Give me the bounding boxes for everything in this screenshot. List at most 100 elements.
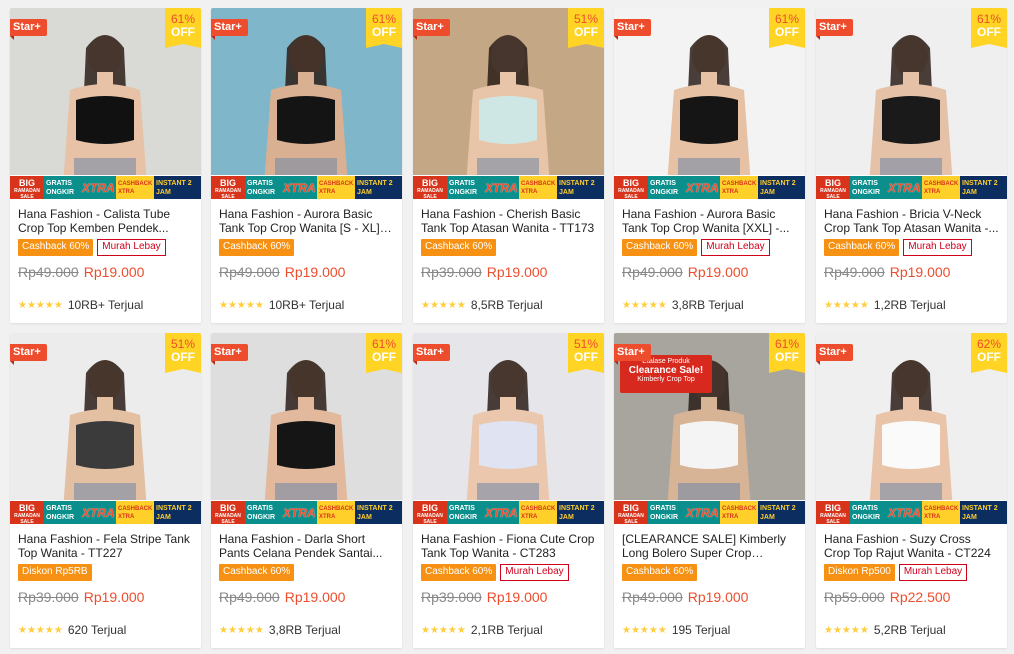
product-card[interactable]: Star+ 61% OFF BIG RAMADAN SALE GRATIS ONG… (10, 8, 201, 323)
rating-row: ★★★★★ 5,2RB Terjual (824, 623, 946, 637)
product-card[interactable]: Star+ 61% OFF BIG RAMADAN SALE GRATIS ONG… (211, 333, 402, 648)
xtra-label: XTRA (485, 501, 519, 524)
product-image[interactable]: Star+ 61% OFF BIG RAMADAN SALE GRATIS ONG… (211, 333, 402, 524)
murah-lebay-tag: Murah Lebay (97, 239, 166, 256)
price-row: Rp49.000 Rp19.000 (824, 264, 999, 280)
product-title[interactable]: Hana Fashion - Bricia V-Neck Crop Tank T… (824, 207, 999, 235)
instant-delivery-label: INSTANT 2 JAM (960, 176, 1007, 199)
promo-banner: BIG RAMADAN SALE GRATIS ONGKIR XTRA CASHB… (211, 500, 402, 524)
product-card[interactable]: Star+ 61% OFF BIG RAMADAN SALE GRATIS ONG… (211, 8, 402, 323)
cashback-tag: Cashback 60% (219, 239, 295, 256)
promo-banner: BIG RAMADAN SALE GRATIS ONGKIR XTRA CASHB… (211, 175, 402, 199)
cashback-xtra-label: CASHBACK XTRA (317, 501, 355, 524)
discount-off-label: OFF (775, 350, 799, 364)
product-card[interactable]: Etalase Produk Clearance Sale! Kimberly … (614, 333, 805, 648)
product-card[interactable]: Star+ 51% OFF BIG RAMADAN SALE GRATIS ONG… (10, 333, 201, 648)
product-image[interactable]: Star+ 61% OFF BIG RAMADAN SALE GRATIS ONG… (614, 8, 805, 199)
star-plus-badge: Star+ (816, 19, 853, 40)
product-image[interactable]: Star+ 51% OFF BIG RAMADAN SALE GRATIS ONG… (10, 333, 201, 524)
sold-count: 2,1RB Terjual (470, 623, 543, 637)
product-image[interactable]: Star+ 61% OFF BIG RAMADAN SALE GRATIS ONG… (10, 8, 201, 199)
product-image[interactable]: Star+ 61% OFF BIG RAMADAN SALE GRATIS ONG… (816, 8, 1007, 199)
product-title[interactable]: Hana Fashion - Fela Stripe Tank Top Wani… (18, 532, 193, 560)
xtra-label: XTRA (686, 176, 720, 199)
sale-price: Rp19.000 (284, 589, 346, 605)
product-image[interactable]: Star+ 51% OFF BIG RAMADAN SALE GRATIS ONG… (413, 333, 604, 524)
big-sale-logo: BIG RAMADAN SALE (816, 501, 850, 524)
product-title[interactable]: Hana Fashion - Suzy Cross Crop Top Rajut… (824, 532, 999, 560)
product-card[interactable]: Star+ 61% OFF BIG RAMADAN SALE GRATIS ONG… (816, 8, 1007, 323)
star-plus-badge: Star+ (211, 344, 248, 365)
discount-off-label: OFF (372, 25, 396, 39)
rating-row: ★★★★★ 10RB+ Terjual (219, 298, 344, 312)
cashback-tag: Cashback 60% (421, 239, 497, 256)
sold-count: 620 Terjual (67, 623, 127, 637)
rating-row: ★★★★★ 620 Terjual (18, 623, 126, 637)
big-sale-logo: BIG RAMADAN SALE (413, 176, 447, 199)
product-title[interactable]: [CLEARANCE SALE] Kimberly Long Bolero Su… (622, 532, 797, 560)
sale-price: Rp19.000 (889, 264, 951, 280)
xtra-label: XTRA (888, 176, 922, 199)
star-rating-icon: ★★★★★ (219, 624, 264, 636)
big-sale-logo: BIG RAMADAN SALE (10, 501, 44, 524)
cashback-xtra-label: CASHBACK XTRA (720, 176, 758, 199)
rating-row: ★★★★★ 8,5RB Terjual (421, 298, 543, 312)
product-card[interactable]: Star+ 61% OFF BIG RAMADAN SALE GRATIS ONG… (614, 8, 805, 323)
product-card[interactable]: Star+ 62% OFF BIG RAMADAN SALE GRATIS ONG… (816, 333, 1007, 648)
instant-delivery-label: INSTANT 2 JAM (154, 501, 201, 524)
star-rating-icon: ★★★★★ (622, 624, 667, 636)
gratis-ongkir-label: GRATIS ONGKIR (447, 176, 485, 199)
sale-price: Rp19.000 (486, 264, 548, 280)
promo-banner: BIG RAMADAN SALE GRATIS ONGKIR XTRA CASHB… (10, 175, 201, 199)
cashback-tag: Cashback 60% (622, 564, 698, 581)
star-rating-icon: ★★★★★ (824, 299, 869, 311)
product-info: Hana Fashion - Calista Tube Crop Top Kem… (10, 199, 201, 323)
product-card[interactable]: Star+ 51% OFF BIG RAMADAN SALE GRATIS ONG… (413, 8, 604, 323)
sale-price: Rp19.000 (83, 264, 145, 280)
product-image[interactable]: Star+ 61% OFF BIG RAMADAN SALE GRATIS ONG… (211, 8, 402, 199)
big-sale-logo: BIG RAMADAN SALE (614, 176, 648, 199)
star-plus-badge: Star+ (614, 344, 651, 365)
original-price: Rp39.000 (18, 589, 79, 605)
cashback-xtra-label: CASHBACK XTRA (922, 501, 960, 524)
star-rating-icon: ★★★★★ (219, 299, 264, 311)
product-title[interactable]: Hana Fashion - Fiona Cute Crop Tank Top … (421, 532, 596, 560)
gratis-ongkir-label: GRATIS ONGKIR (245, 176, 283, 199)
sale-price: Rp19.000 (687, 589, 749, 605)
product-tags: Diskon Rp500 Murah Lebay (824, 564, 999, 581)
murah-lebay-tag: Murah Lebay (500, 564, 569, 581)
sold-count: 3,8RB Terjual (268, 623, 341, 637)
star-plus-badge: Star+ (413, 19, 450, 40)
sold-count: 10RB+ Terjual (268, 298, 345, 312)
product-title[interactable]: Hana Fashion - Cherish Basic Tank Top At… (421, 207, 596, 235)
rating-row: ★★★★★ 3,8RB Terjual (622, 298, 744, 312)
original-price: Rp49.000 (824, 264, 885, 280)
product-tags: Cashback 60% Murah Lebay (18, 239, 193, 256)
price-row: Rp39.000 Rp19.000 (421, 264, 596, 280)
promo-banner: BIG RAMADAN SALE GRATIS ONGKIR XTRA CASHB… (614, 175, 805, 199)
product-card[interactable]: Star+ 51% OFF BIG RAMADAN SALE GRATIS ONG… (413, 333, 604, 648)
sale-price: Rp19.000 (284, 264, 346, 280)
product-title[interactable]: Hana Fashion - Aurora Basic Tank Top Cro… (622, 207, 797, 235)
product-title[interactable]: Hana Fashion - Calista Tube Crop Top Kem… (18, 207, 193, 235)
star-plus-badge: Star+ (10, 19, 47, 40)
product-title[interactable]: Hana Fashion - Aurora Basic Tank Top Cro… (219, 207, 394, 235)
xtra-label: XTRA (82, 501, 116, 524)
xtra-label: XTRA (686, 501, 720, 524)
gratis-ongkir-label: GRATIS ONGKIR (850, 501, 888, 524)
product-image[interactable]: Star+ 62% OFF BIG RAMADAN SALE GRATIS ONG… (816, 333, 1007, 524)
product-image[interactable]: Star+ 51% OFF BIG RAMADAN SALE GRATIS ONG… (413, 8, 604, 199)
star-rating-icon: ★★★★★ (824, 624, 869, 636)
product-info: Hana Fashion - Aurora Basic Tank Top Cro… (211, 199, 402, 323)
sold-count: 5,2RB Terjual (873, 623, 946, 637)
xtra-label: XTRA (888, 501, 922, 524)
instant-delivery-label: INSTANT 2 JAM (355, 501, 402, 524)
promo-banner: BIG RAMADAN SALE GRATIS ONGKIR XTRA CASHB… (413, 500, 604, 524)
star-rating-icon: ★★★★★ (421, 299, 466, 311)
product-image[interactable]: Etalase Produk Clearance Sale! Kimberly … (614, 333, 805, 524)
original-price: Rp49.000 (622, 589, 683, 605)
cashback-xtra-label: CASHBACK XTRA (317, 176, 355, 199)
product-title[interactable]: Hana Fashion - Darla Short Pants Celana … (219, 532, 394, 560)
promo-banner: BIG RAMADAN SALE GRATIS ONGKIR XTRA CASHB… (413, 175, 604, 199)
rating-row: ★★★★★ 1,2RB Terjual (824, 298, 946, 312)
